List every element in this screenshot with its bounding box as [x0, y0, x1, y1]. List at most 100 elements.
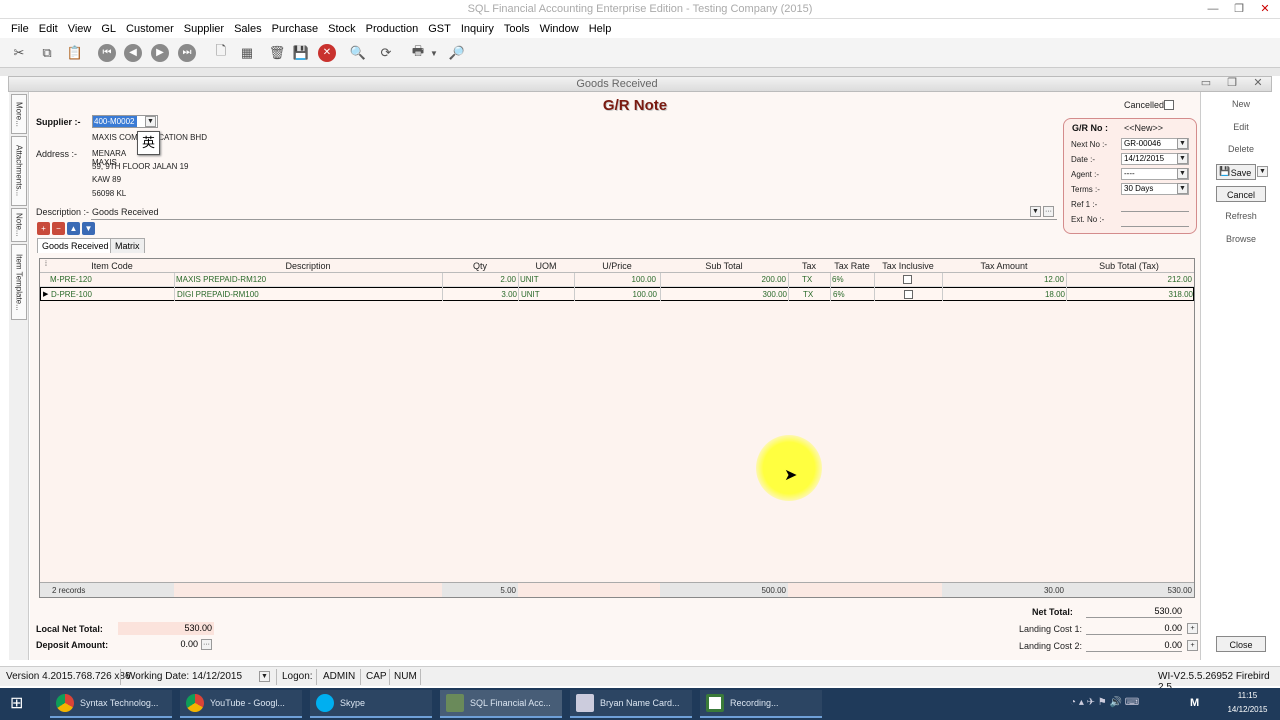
cell-tax-amount[interactable]: 18.00	[945, 290, 1065, 299]
ref1-field[interactable]	[1121, 211, 1189, 212]
col-qty[interactable]: Qty	[442, 261, 518, 271]
side-tab-more[interactable]: More...	[11, 94, 27, 134]
previous-record-icon[interactable]: ◀	[122, 42, 144, 64]
deposit-more-button[interactable]: ···	[201, 639, 212, 650]
deposit-amount-field[interactable]: 0.00	[118, 638, 200, 651]
cell-qty[interactable]: 2.00	[444, 275, 516, 284]
menu-tools[interactable]: Tools	[502, 23, 532, 35]
landing-cost-2-add-icon[interactable]: +	[1187, 640, 1198, 651]
landing-cost-1-field[interactable]: 0.00	[1086, 622, 1182, 635]
cell-uom[interactable]: UNIT	[520, 275, 539, 284]
print-preview-icon[interactable]: 🔎	[446, 42, 468, 64]
windows-start-icon[interactable]: ⊞	[10, 695, 30, 713]
menu-view[interactable]: View	[66, 23, 94, 35]
supplier-code[interactable]: 400-M0002	[93, 116, 137, 127]
cell-description[interactable]: DIGI PREPAID-RM100	[177, 290, 259, 299]
menu-sales[interactable]: Sales	[232, 23, 264, 35]
move-down-icon[interactable]: ▼	[82, 222, 95, 235]
col-uom[interactable]: UOM	[518, 261, 574, 271]
col-tax-inclusive[interactable]: Tax Inclusive	[874, 261, 942, 271]
menu-stock[interactable]: Stock	[326, 23, 358, 35]
cancelled-checkbox[interactable]	[1164, 100, 1174, 110]
copy-icon[interactable]: ⧉	[36, 42, 58, 64]
tab-matrix[interactable]: Matrix	[110, 238, 145, 253]
next-no-dropdown-icon[interactable]: ▼	[1177, 138, 1188, 149]
cell-tax-rate[interactable]: 6%	[832, 275, 844, 284]
menu-window[interactable]: Window	[538, 23, 581, 35]
description-dropdown-icon[interactable]: ▼	[1030, 206, 1041, 217]
last-record-icon[interactable]: ⏭	[176, 42, 198, 64]
save-dropdown-icon[interactable]: ▼	[1257, 166, 1268, 177]
taskbar-item-skype[interactable]: Skype	[310, 690, 432, 718]
menu-production[interactable]: Production	[364, 23, 421, 35]
col-tax-rate[interactable]: Tax Rate	[830, 261, 874, 271]
agent-dropdown-icon[interactable]: ▼	[1177, 168, 1188, 179]
paste-icon[interactable]: 📋	[64, 42, 86, 64]
cell-uprice[interactable]: 100.00	[576, 275, 656, 284]
cut-icon[interactable]: ✂	[8, 42, 30, 64]
col-uprice[interactable]: U/Price	[574, 261, 660, 271]
child-restore-icon[interactable]: ❐	[1219, 75, 1245, 91]
landing-cost-1-add-icon[interactable]: +	[1187, 623, 1198, 634]
print-dropdown-icon[interactable]: ▼	[428, 42, 440, 64]
child-close-icon[interactable]: ✕	[1245, 75, 1271, 91]
date-dropdown-icon[interactable]: ▼	[1177, 153, 1188, 164]
working-date-dropdown-icon[interactable]: ▼	[259, 671, 270, 682]
cell-uprice[interactable]: 100.00	[577, 290, 657, 299]
side-tab-item-template[interactable]: Item Template...	[11, 244, 27, 320]
print-icon[interactable]: 🖶	[407, 42, 429, 64]
new-button[interactable]: New	[1216, 96, 1266, 112]
description-field[interactable]: Goods Received	[92, 207, 159, 217]
cell-item-code[interactable]: D-PRE-100	[51, 290, 92, 299]
cell-qty[interactable]: 3.00	[445, 290, 517, 299]
cell-subtotal[interactable]: 200.00	[662, 275, 786, 284]
maximize-icon[interactable]: ❐	[1226, 0, 1252, 18]
edit-document-icon[interactable]: ▦	[236, 42, 258, 64]
cell-tax-inclusive-checkbox[interactable]	[904, 290, 913, 299]
working-date-value[interactable]: 14/12/2015	[192, 671, 242, 682]
terms-dropdown-icon[interactable]: ▼	[1177, 183, 1188, 194]
cell-subtotal[interactable]: 300.00	[663, 290, 787, 299]
col-tax[interactable]: Tax	[788, 261, 830, 271]
cell-subtotal-tax[interactable]: 318.00	[1069, 290, 1193, 299]
supplier-dropdown-icon[interactable]: ▼	[145, 116, 156, 127]
menu-inquiry[interactable]: Inquiry	[459, 23, 496, 35]
menu-gl[interactable]: GL	[99, 23, 118, 35]
menu-edit[interactable]: Edit	[37, 23, 60, 35]
menu-file[interactable]: File	[9, 23, 31, 35]
ext-no-field[interactable]	[1121, 226, 1189, 227]
taskbar-item-chrome-1[interactable]: Syntax Technolog...	[50, 690, 172, 718]
cell-item-code[interactable]: M-PRE-120	[50, 275, 92, 284]
landing-cost-2-field[interactable]: 0.00	[1086, 639, 1182, 652]
table-row[interactable]: ▶ D-PRE-100 DIGI PREPAID-RM100 3.00 UNIT…	[40, 287, 1194, 301]
taskbar-item-name-card[interactable]: Bryan Name Card...	[570, 690, 692, 718]
close-window-icon[interactable]: ✕	[1252, 0, 1278, 18]
browse-button[interactable]: Browse	[1216, 231, 1266, 247]
cell-subtotal-tax[interactable]: 212.00	[1068, 275, 1192, 284]
child-minimize-icon[interactable]: ▭	[1193, 75, 1219, 91]
search-icon[interactable]: 🔍	[347, 42, 369, 64]
edit-button[interactable]: Edit	[1216, 119, 1266, 135]
cell-description[interactable]: MAXIS PREPAID-RM120	[176, 275, 266, 284]
cell-uom[interactable]: UNIT	[521, 290, 540, 299]
tray-icons[interactable]: ◔ ▴ ✈ ⚑ 🔊 ⌨	[1070, 697, 1139, 708]
add-row-icon[interactable]: +	[37, 222, 50, 235]
side-tab-attachments[interactable]: Attachments...	[11, 136, 27, 206]
delete-row-icon[interactable]: −	[52, 222, 65, 235]
taskbar-item-recording[interactable]: Recording...	[700, 690, 822, 718]
description-more-button[interactable]: ···	[1043, 206, 1054, 217]
col-item-code[interactable]: Item Code	[50, 261, 174, 271]
col-subtotal-tax[interactable]: Sub Total (Tax)	[1066, 261, 1192, 271]
cell-tax-rate[interactable]: 6%	[833, 290, 845, 299]
clock-date[interactable]: 14/12/2015	[1220, 705, 1275, 714]
menu-purchase[interactable]: Purchase	[270, 23, 320, 35]
cell-tax-amount[interactable]: 12.00	[944, 275, 1064, 284]
menu-supplier[interactable]: Supplier	[182, 23, 226, 35]
menu-customer[interactable]: Customer	[124, 23, 176, 35]
col-subtotal[interactable]: Sub Total	[660, 261, 788, 271]
move-up-icon[interactable]: ▲	[67, 222, 80, 235]
col-description[interactable]: Description	[174, 261, 442, 271]
cell-tax-inclusive-checkbox[interactable]	[903, 275, 912, 284]
side-tab-note[interactable]: Note...	[11, 208, 27, 242]
menu-help[interactable]: Help	[587, 23, 614, 35]
